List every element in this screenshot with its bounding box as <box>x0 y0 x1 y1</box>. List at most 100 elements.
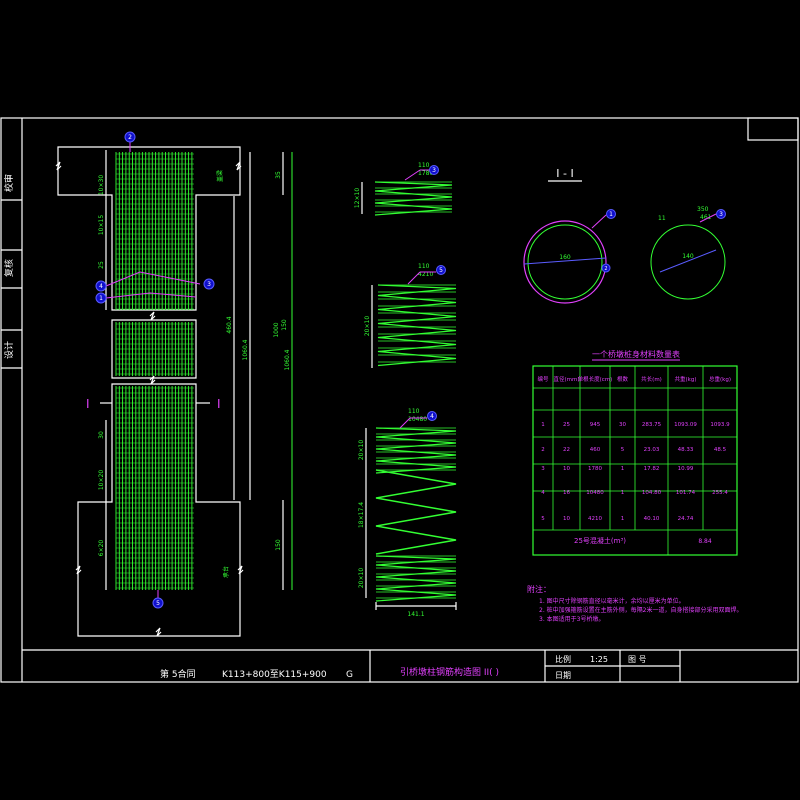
dim-d5: 10×20 <box>98 470 105 490</box>
dim-d4: 30 <box>98 431 105 439</box>
break-mark <box>55 161 62 171</box>
title-suffix: G <box>346 670 353 680</box>
break-mark <box>149 375 156 385</box>
section-circle-bars <box>527 224 603 300</box>
spiral2-callout: 5 <box>439 267 443 274</box>
spiral2-top: 110 <box>418 263 430 270</box>
spiral3-dim3: 20×10 <box>358 568 365 588</box>
notes-title: 附注： <box>527 584 551 594</box>
table-cell: 22 <box>563 447 570 453</box>
cross-sections: I - I 160 1 2 140 11 350 461 3 <box>523 167 726 304</box>
table-cell: 3 <box>541 466 545 472</box>
table-cell: 17.82 <box>644 466 660 472</box>
callout-3: 3 <box>207 281 211 288</box>
rebar-cage <box>115 152 194 590</box>
table-cell: 30 <box>619 422 626 428</box>
note-line-3: 3. 本图适用于3号桥墩。 <box>539 615 604 623</box>
scale-value: 1:25 <box>590 655 608 664</box>
dim-total2: 1060.4 <box>242 339 249 360</box>
side-labels: 校审 复核 设计 <box>3 174 15 359</box>
table-header-cell: 编号 <box>537 375 549 383</box>
dim-right2: 1060.4 <box>284 349 291 370</box>
spiral-detail-4 <box>375 427 457 602</box>
table-cell: 1093.9 <box>710 422 730 428</box>
spiral-line <box>375 427 457 474</box>
table-cell: 5 <box>621 447 625 453</box>
table-header-cell: 根数 <box>617 375 629 383</box>
table-cell: 1 <box>621 516 625 522</box>
note-line-1: 1. 图中尺寸除钢筋直径以毫米计，余均以厘米为单位。 <box>539 597 685 605</box>
table-cell: 48.5 <box>714 447 727 453</box>
spiral-line <box>375 469 457 555</box>
table-cell: 10 <box>563 516 570 522</box>
drawing-canvas: 校审 复核 设计 第 5合同 K113+800至K115+900 G 引桥墩柱钢… <box>0 117 799 683</box>
side-label-check: 复核 <box>3 259 15 277</box>
circle-right-num1: 11 <box>658 215 666 222</box>
table-cell: 2 <box>541 447 545 453</box>
title-block: 第 5合同 K113+800至K115+900 G 引桥墩柱钢筋构造图 II( … <box>22 649 798 682</box>
spiral1-top: 110 <box>418 162 430 169</box>
table-header-cell: 共长(m) <box>641 375 662 383</box>
callout-2: 2 <box>128 134 132 141</box>
section-label: I - I <box>556 167 573 180</box>
spiral1-dim: 12×10 <box>354 188 361 208</box>
label-pile-cap: 承台 <box>222 566 230 578</box>
table-header-cell: 总重(kg) <box>709 375 731 383</box>
section-mark-right: I <box>217 397 221 411</box>
circle-left-callout2: 2 <box>604 266 607 272</box>
table-cell: 101.74 <box>676 490 696 496</box>
date-label: 日期 <box>555 671 571 680</box>
table-cell: 945 <box>590 422 601 428</box>
table-cell: 16 <box>563 490 570 496</box>
circle-left-callout: 1 <box>609 211 613 218</box>
spiral3-dim2: 18×17.4 <box>358 502 365 528</box>
dim-d2: 10×15 <box>98 215 105 235</box>
spiral3-top: 110 <box>408 408 420 415</box>
table-cell: 10 <box>563 466 570 472</box>
table-header-cell: 共重(kg) <box>675 375 697 383</box>
side-label-design: 设计 <box>3 341 15 359</box>
table-footer-label: 25号混凝土(m³) <box>574 536 626 545</box>
table-cell: 40.10 <box>644 516 660 522</box>
break-mark <box>237 565 244 575</box>
dim-total1: 460.4 <box>226 316 233 333</box>
callout-leader <box>399 417 411 429</box>
note-line-2: 2. 桩中加强箍筋设置在主筋外侧，每隔2米一道，自身搭接部分采用双面焊。 <box>539 606 742 614</box>
callout-4: 4 <box>99 283 103 290</box>
column-elevation: I I 10×30 10×15 25 30 10×20 6×20 460.4 1… <box>55 131 293 637</box>
dim-right5: 150 <box>275 539 282 551</box>
section-mark-left: I <box>86 397 90 411</box>
table-cell: 4210 <box>588 516 602 522</box>
callout-5: 5 <box>156 600 160 607</box>
material-table: 一个桥墩桩身材料数量表 编号 直径(mm)单根长度(cm) 根数 共长(m) 共重(kg… <box>532 349 738 556</box>
dim-right1: 35 <box>275 171 282 179</box>
table-cell: 1 <box>621 466 625 472</box>
section-circle-outer <box>523 220 607 304</box>
table-cell: 283.75 <box>642 422 662 428</box>
callout-leader <box>591 214 607 229</box>
callout-1: 1 <box>99 295 103 302</box>
spiral-details: 12×10 110 1780 3 20×10 110 4210 5 20×10 … <box>354 162 457 618</box>
dim-d3: 25 <box>98 261 105 269</box>
break-mark <box>75 565 82 575</box>
table-grid <box>532 365 738 556</box>
table-cell: 4 <box>541 490 545 496</box>
break-mark <box>155 627 162 637</box>
dim-d1: 10×30 <box>98 175 105 195</box>
drawing-title: 引桥墩柱钢筋构造图 II( ) <box>400 666 499 678</box>
circle-right-dim: 140 <box>682 253 694 260</box>
contract-section: 第 5合同 <box>160 668 196 680</box>
table-cell: 255.4 <box>712 490 728 496</box>
notes: 附注： 1. 图中尺寸除钢筋直径以毫米计，余均以厘米为单位。 2. 桩中加强箍筋… <box>527 584 742 623</box>
table-cell: 24.74 <box>678 516 694 522</box>
table-cell: 1093.09 <box>674 422 697 428</box>
break-mark <box>149 311 156 321</box>
spiral3-callout: 4 <box>430 413 434 420</box>
table-header-cell: 直径(mm) <box>553 375 579 383</box>
table-cell: 1 <box>621 490 625 496</box>
table-cell: 10480 <box>586 490 604 496</box>
table-cell: 25 <box>563 422 570 428</box>
table-cell: 104.80 <box>642 490 662 496</box>
table-cells: 编号 直径(mm)单根长度(cm) 根数 共长(m) 共重(kg) 总重(kg)1 25 94… <box>537 375 730 522</box>
label-cap-beam: 盖梁 <box>216 170 224 182</box>
